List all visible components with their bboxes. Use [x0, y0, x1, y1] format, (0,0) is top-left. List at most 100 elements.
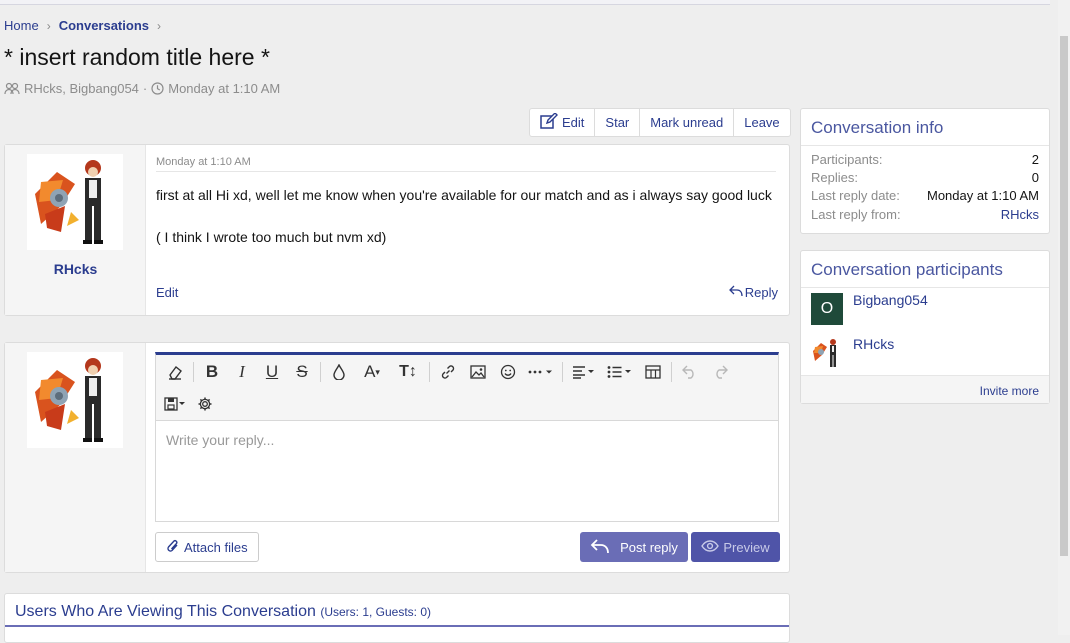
align-icon[interactable] — [566, 358, 602, 386]
reply-label: Reply — [744, 285, 778, 300]
color-drop-icon[interactable] — [324, 358, 354, 386]
attach-files-label: Attach files — [184, 539, 248, 555]
users-viewing-counts: (Users: 1, Guests: 0) — [320, 605, 432, 619]
conversation-info-title: Conversation info — [811, 118, 944, 137]
message-reply-link[interactable]: Reply — [728, 285, 778, 300]
avatar[interactable] — [811, 337, 843, 369]
breadcrumb-home[interactable]: Home — [4, 18, 39, 33]
underline-icon[interactable]: U — [257, 358, 287, 386]
more-options-icon[interactable] — [523, 358, 559, 386]
message-edit-link[interactable]: Edit — [156, 285, 178, 300]
participant-item[interactable]: RHcks — [811, 336, 1039, 369]
divider — [320, 362, 321, 382]
reply-icon — [590, 538, 610, 557]
participant-name[interactable]: RHcks — [853, 336, 894, 352]
conversation-info-block: Conversation info Participants: 2 Replie… — [800, 108, 1050, 234]
meta-date[interactable]: Monday at 1:10 AM — [168, 81, 280, 96]
users-icon — [4, 82, 20, 95]
info-value: 2 — [1031, 152, 1039, 167]
preview-button[interactable]: Preview — [691, 532, 780, 562]
conversation-actions: Edit Star Mark unread Leave — [529, 108, 791, 137]
breadcrumb-conversations[interactable]: Conversations — [59, 18, 149, 33]
link-icon[interactable] — [433, 358, 463, 386]
redo-icon[interactable] — [705, 358, 735, 386]
edit-icon — [540, 112, 558, 132]
drafts-icon[interactable] — [160, 390, 190, 418]
meta-participants[interactable]: RHcks, Bigbang054 — [24, 81, 139, 96]
page-scrollbar[interactable] — [1058, 0, 1070, 635]
divider — [671, 362, 672, 382]
conversation-participants-block: Conversation participants O Bigbang054 R… — [800, 250, 1050, 404]
top-border — [0, 0, 1050, 5]
font-size-icon[interactable]: T↕ — [390, 358, 426, 386]
info-key: Participants: — [811, 152, 883, 167]
invite-more-link[interactable]: Invite more — [980, 384, 1039, 398]
reply-input[interactable]: Write your reply... — [166, 432, 274, 448]
post-reply-button[interactable]: Post reply — [580, 532, 688, 562]
message-date[interactable]: Monday at 1:10 AM — [156, 156, 251, 168]
table-icon[interactable] — [638, 358, 668, 386]
divider — [562, 362, 563, 382]
reply-icon — [728, 285, 743, 300]
info-key: Replies: — [811, 170, 858, 185]
gear-icon[interactable] — [190, 390, 220, 418]
post-reply-label: Post reply — [620, 539, 678, 555]
strikethrough-icon[interactable]: S — [287, 358, 317, 386]
edit-button[interactable]: Edit — [530, 109, 596, 136]
editor-toolbar: B I U S A ▾ T↕ — [156, 355, 778, 421]
message-username[interactable]: RHcks — [5, 261, 146, 277]
last-reply-user-link[interactable]: RHcks — [1001, 207, 1039, 222]
font-family-icon[interactable]: A ▾ — [354, 358, 390, 386]
smiley-icon[interactable] — [493, 358, 523, 386]
eraser-icon[interactable] — [160, 358, 190, 386]
avatar[interactable] — [27, 154, 123, 250]
avatar[interactable]: O — [811, 293, 843, 325]
scrollbar-thumb[interactable] — [1060, 36, 1068, 556]
leave-button-label: Leave — [744, 115, 780, 130]
participants-title: Conversation participants — [811, 260, 1003, 279]
info-value: 0 — [1031, 170, 1039, 185]
users-viewing-heading: Users Who Are Viewing This Conversation — [15, 603, 316, 620]
undo-icon[interactable] — [675, 358, 705, 386]
info-row: Participants: 2 — [811, 152, 1039, 167]
chevron-right-icon: › — [46, 18, 51, 33]
rich-text-editor[interactable]: B I U S A ▾ T↕ Write your reply... — [155, 352, 779, 522]
bold-icon[interactable]: B — [197, 358, 227, 386]
preview-label: Preview — [723, 539, 770, 555]
leave-button[interactable]: Leave — [734, 109, 789, 136]
attach-files-button[interactable]: Attach files — [155, 532, 259, 562]
divider — [801, 145, 1049, 146]
toolbar-row: B I U S A ▾ T↕ — [160, 357, 735, 387]
quick-reply-form: B I U S A ▾ T↕ Write your reply... Attac… — [4, 342, 790, 573]
toolbar-row — [160, 389, 220, 419]
mark-unread-button[interactable]: Mark unread — [640, 109, 735, 136]
info-row: Last reply from: RHcks — [811, 207, 1039, 222]
divider — [156, 171, 776, 172]
conversation-meta: RHcks, Bigbang054 · Monday at 1:10 AM — [4, 81, 280, 96]
info-row: Replies: 0 — [811, 170, 1039, 185]
paperclip-icon — [166, 538, 180, 557]
divider — [5, 625, 789, 627]
message-body: first at all Hi xd, well let me know whe… — [156, 185, 776, 248]
image-icon[interactable] — [463, 358, 493, 386]
clock-icon — [151, 82, 164, 95]
list-icon[interactable] — [602, 358, 638, 386]
mark-unread-label: Mark unread — [650, 115, 724, 130]
italic-icon[interactable]: I — [227, 358, 257, 386]
reply-user-cell — [5, 343, 146, 572]
meta-separator: · — [142, 81, 148, 96]
star-button-label: Star — [605, 115, 630, 130]
participant-item[interactable]: O Bigbang054 — [811, 292, 1039, 325]
participant-name[interactable]: Bigbang054 — [853, 292, 928, 308]
divider — [429, 362, 430, 382]
divider — [801, 287, 1049, 288]
avatar[interactable] — [27, 352, 123, 448]
eye-icon — [701, 539, 720, 555]
message-user-cell: RHcks — [5, 145, 146, 315]
page-title: * insert random title here * — [4, 44, 270, 70]
message-text: ( I think I wrote too much but nvm xd) — [156, 229, 387, 245]
breadcrumb: Home › Conversations › — [4, 18, 169, 33]
star-button[interactable]: Star — [595, 109, 641, 136]
edit-button-label: Edit — [562, 115, 585, 130]
divider — [193, 362, 194, 382]
